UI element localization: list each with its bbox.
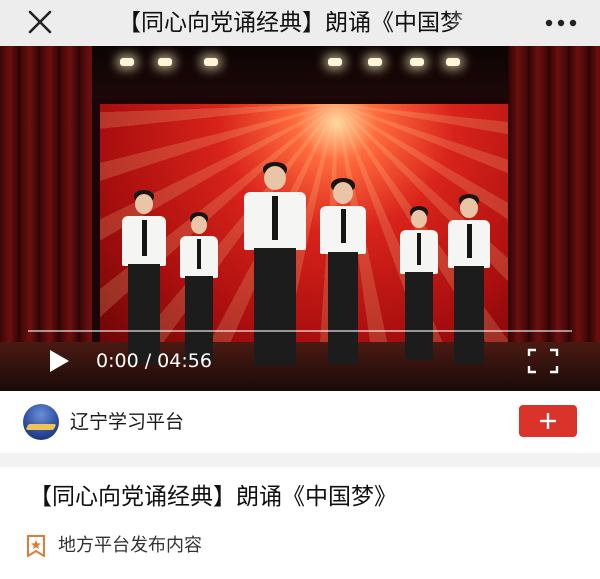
channel-name[interactable]: 辽宁学习平台 xyxy=(70,408,184,436)
time-separator: / xyxy=(144,350,152,372)
stage-light xyxy=(446,58,460,66)
stage-light xyxy=(204,58,218,66)
channel-row[interactable]: 辽宁学习平台 xyxy=(0,391,600,453)
performer xyxy=(446,194,492,364)
performer xyxy=(398,206,440,362)
close-icon[interactable] xyxy=(26,8,54,36)
curtain-left xyxy=(0,46,92,391)
video-time: 0:00 / 04:56 xyxy=(96,349,212,373)
video-progress-bar[interactable] xyxy=(28,330,572,332)
bookmark-star-icon xyxy=(27,535,45,557)
article-title: 【同心向党诵经典】朗诵《中国梦》 xyxy=(29,484,397,510)
fullscreen-icon[interactable] xyxy=(527,348,559,374)
stage-light xyxy=(328,58,342,66)
plus-icon xyxy=(540,413,556,429)
performer xyxy=(318,178,368,368)
time-current: 0:00 xyxy=(96,350,139,372)
avatar[interactable] xyxy=(23,404,59,440)
performer xyxy=(178,212,220,362)
page-title: 【同心向党诵经典】朗诵《中国梦 xyxy=(118,6,488,40)
time-total: 04:56 xyxy=(157,350,212,372)
section-divider xyxy=(0,453,600,467)
stage-light xyxy=(120,58,134,66)
play-icon[interactable] xyxy=(48,349,70,373)
more-dots-icon[interactable] xyxy=(545,19,577,27)
video-player[interactable] xyxy=(0,46,600,391)
top-bar: 【同心向党诵经典】朗诵《中国梦 xyxy=(0,0,600,46)
performer xyxy=(242,160,308,366)
stage-light xyxy=(410,58,424,66)
stage-light xyxy=(368,58,382,66)
stage-light xyxy=(158,58,172,66)
performer xyxy=(120,188,168,364)
tag-label: 地方平台发布内容 xyxy=(58,535,202,556)
curtain-right xyxy=(508,46,600,391)
follow-button[interactable] xyxy=(519,405,577,437)
